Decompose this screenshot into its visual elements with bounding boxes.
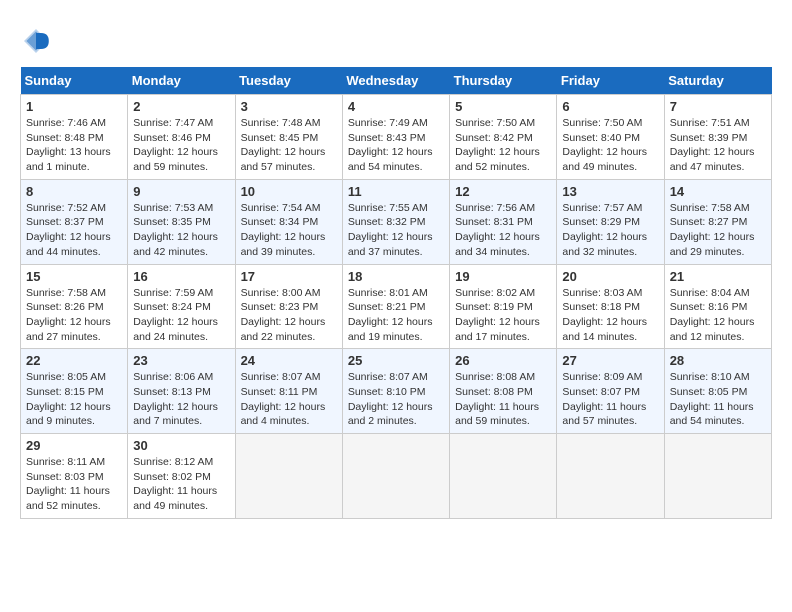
- weekday-header-friday: Friday: [557, 67, 664, 95]
- table-row: 22Sunrise: 8:05 AMSunset: 8:15 PMDayligh…: [21, 349, 128, 434]
- weekday-header-row: SundayMondayTuesdayWednesdayThursdayFrid…: [21, 67, 772, 95]
- weekday-header-sunday: Sunday: [21, 67, 128, 95]
- table-row: 19Sunrise: 8:02 AMSunset: 8:19 PMDayligh…: [450, 264, 557, 349]
- table-row: 6Sunrise: 7:50 AMSunset: 8:40 PMDaylight…: [557, 95, 664, 180]
- table-row: 4Sunrise: 7:49 AMSunset: 8:43 PMDaylight…: [342, 95, 449, 180]
- table-row: 16Sunrise: 7:59 AMSunset: 8:24 PMDayligh…: [128, 264, 235, 349]
- table-row: 1Sunrise: 7:46 AMSunset: 8:48 PMDaylight…: [21, 95, 128, 180]
- logo: [20, 25, 56, 57]
- table-row: 26Sunrise: 8:08 AMSunset: 8:08 PMDayligh…: [450, 349, 557, 434]
- table-row: [450, 434, 557, 519]
- table-row: [664, 434, 771, 519]
- weekday-header-monday: Monday: [128, 67, 235, 95]
- table-row: 7Sunrise: 7:51 AMSunset: 8:39 PMDaylight…: [664, 95, 771, 180]
- table-row: 28Sunrise: 8:10 AMSunset: 8:05 PMDayligh…: [664, 349, 771, 434]
- weekday-header-wednesday: Wednesday: [342, 67, 449, 95]
- table-row: [557, 434, 664, 519]
- table-row: 9Sunrise: 7:53 AMSunset: 8:35 PMDaylight…: [128, 179, 235, 264]
- table-row: 14Sunrise: 7:58 AMSunset: 8:27 PMDayligh…: [664, 179, 771, 264]
- table-row: 10Sunrise: 7:54 AMSunset: 8:34 PMDayligh…: [235, 179, 342, 264]
- calendar-table: SundayMondayTuesdayWednesdayThursdayFrid…: [20, 67, 772, 519]
- calendar-week-1: 1Sunrise: 7:46 AMSunset: 8:48 PMDaylight…: [21, 95, 772, 180]
- table-row: 25Sunrise: 8:07 AMSunset: 8:10 PMDayligh…: [342, 349, 449, 434]
- table-row: 23Sunrise: 8:06 AMSunset: 8:13 PMDayligh…: [128, 349, 235, 434]
- table-row: 17Sunrise: 8:00 AMSunset: 8:23 PMDayligh…: [235, 264, 342, 349]
- table-row: 11Sunrise: 7:55 AMSunset: 8:32 PMDayligh…: [342, 179, 449, 264]
- calendar-week-2: 8Sunrise: 7:52 AMSunset: 8:37 PMDaylight…: [21, 179, 772, 264]
- logo-icon: [20, 25, 52, 57]
- table-row: 13Sunrise: 7:57 AMSunset: 8:29 PMDayligh…: [557, 179, 664, 264]
- table-row: 24Sunrise: 8:07 AMSunset: 8:11 PMDayligh…: [235, 349, 342, 434]
- weekday-header-tuesday: Tuesday: [235, 67, 342, 95]
- calendar-week-4: 22Sunrise: 8:05 AMSunset: 8:15 PMDayligh…: [21, 349, 772, 434]
- calendar-week-3: 15Sunrise: 7:58 AMSunset: 8:26 PMDayligh…: [21, 264, 772, 349]
- page-header: [20, 20, 772, 57]
- table-row: 8Sunrise: 7:52 AMSunset: 8:37 PMDaylight…: [21, 179, 128, 264]
- table-row: 15Sunrise: 7:58 AMSunset: 8:26 PMDayligh…: [21, 264, 128, 349]
- table-row: 18Sunrise: 8:01 AMSunset: 8:21 PMDayligh…: [342, 264, 449, 349]
- table-row: 12Sunrise: 7:56 AMSunset: 8:31 PMDayligh…: [450, 179, 557, 264]
- table-row: 21Sunrise: 8:04 AMSunset: 8:16 PMDayligh…: [664, 264, 771, 349]
- table-row: [342, 434, 449, 519]
- table-row: 20Sunrise: 8:03 AMSunset: 8:18 PMDayligh…: [557, 264, 664, 349]
- table-row: 3Sunrise: 7:48 AMSunset: 8:45 PMDaylight…: [235, 95, 342, 180]
- weekday-header-thursday: Thursday: [450, 67, 557, 95]
- table-row: [235, 434, 342, 519]
- table-row: 5Sunrise: 7:50 AMSunset: 8:42 PMDaylight…: [450, 95, 557, 180]
- table-row: 27Sunrise: 8:09 AMSunset: 8:07 PMDayligh…: [557, 349, 664, 434]
- table-row: 2Sunrise: 7:47 AMSunset: 8:46 PMDaylight…: [128, 95, 235, 180]
- calendar-week-5: 29Sunrise: 8:11 AMSunset: 8:03 PMDayligh…: [21, 434, 772, 519]
- table-row: 29Sunrise: 8:11 AMSunset: 8:03 PMDayligh…: [21, 434, 128, 519]
- table-row: 30Sunrise: 8:12 AMSunset: 8:02 PMDayligh…: [128, 434, 235, 519]
- weekday-header-saturday: Saturday: [664, 67, 771, 95]
